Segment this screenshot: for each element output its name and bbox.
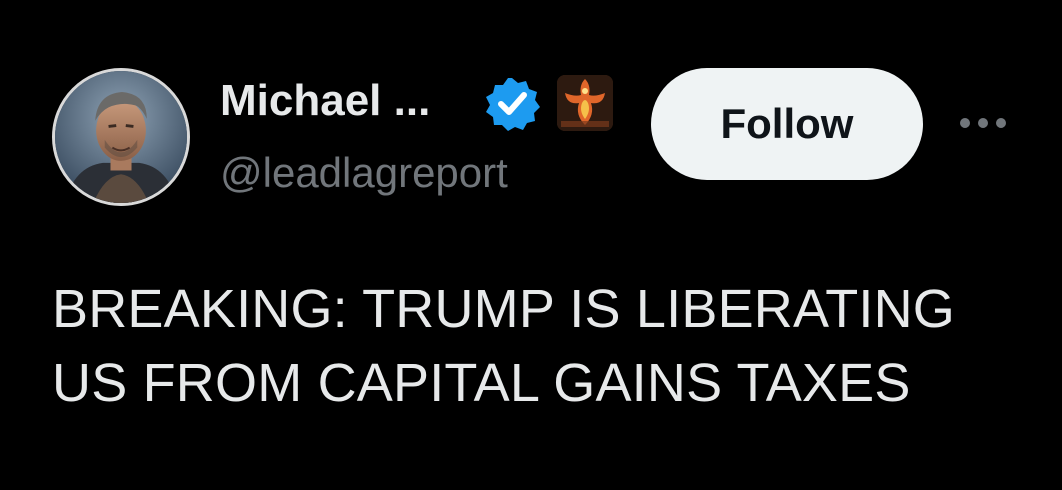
- author-handle[interactable]: @leadlagreport: [220, 145, 508, 201]
- tweet-card: Michael ... @leadlagreport Follow BREAKI…: [0, 0, 1062, 490]
- follow-button[interactable]: Follow: [651, 68, 923, 180]
- verified-badge-icon[interactable]: [484, 75, 540, 131]
- more-options-button[interactable]: [952, 100, 1014, 146]
- author-avatar[interactable]: [52, 68, 190, 206]
- phoenix-affiliate-badge-icon[interactable]: [557, 75, 613, 131]
- author-display-name[interactable]: Michael ...: [220, 72, 430, 130]
- tweet-text: BREAKING: TRUMP IS LIBERATING US FROM CA…: [52, 279, 955, 413]
- avatar-portrait-icon: [55, 71, 187, 203]
- more-options-icon: [960, 118, 1006, 128]
